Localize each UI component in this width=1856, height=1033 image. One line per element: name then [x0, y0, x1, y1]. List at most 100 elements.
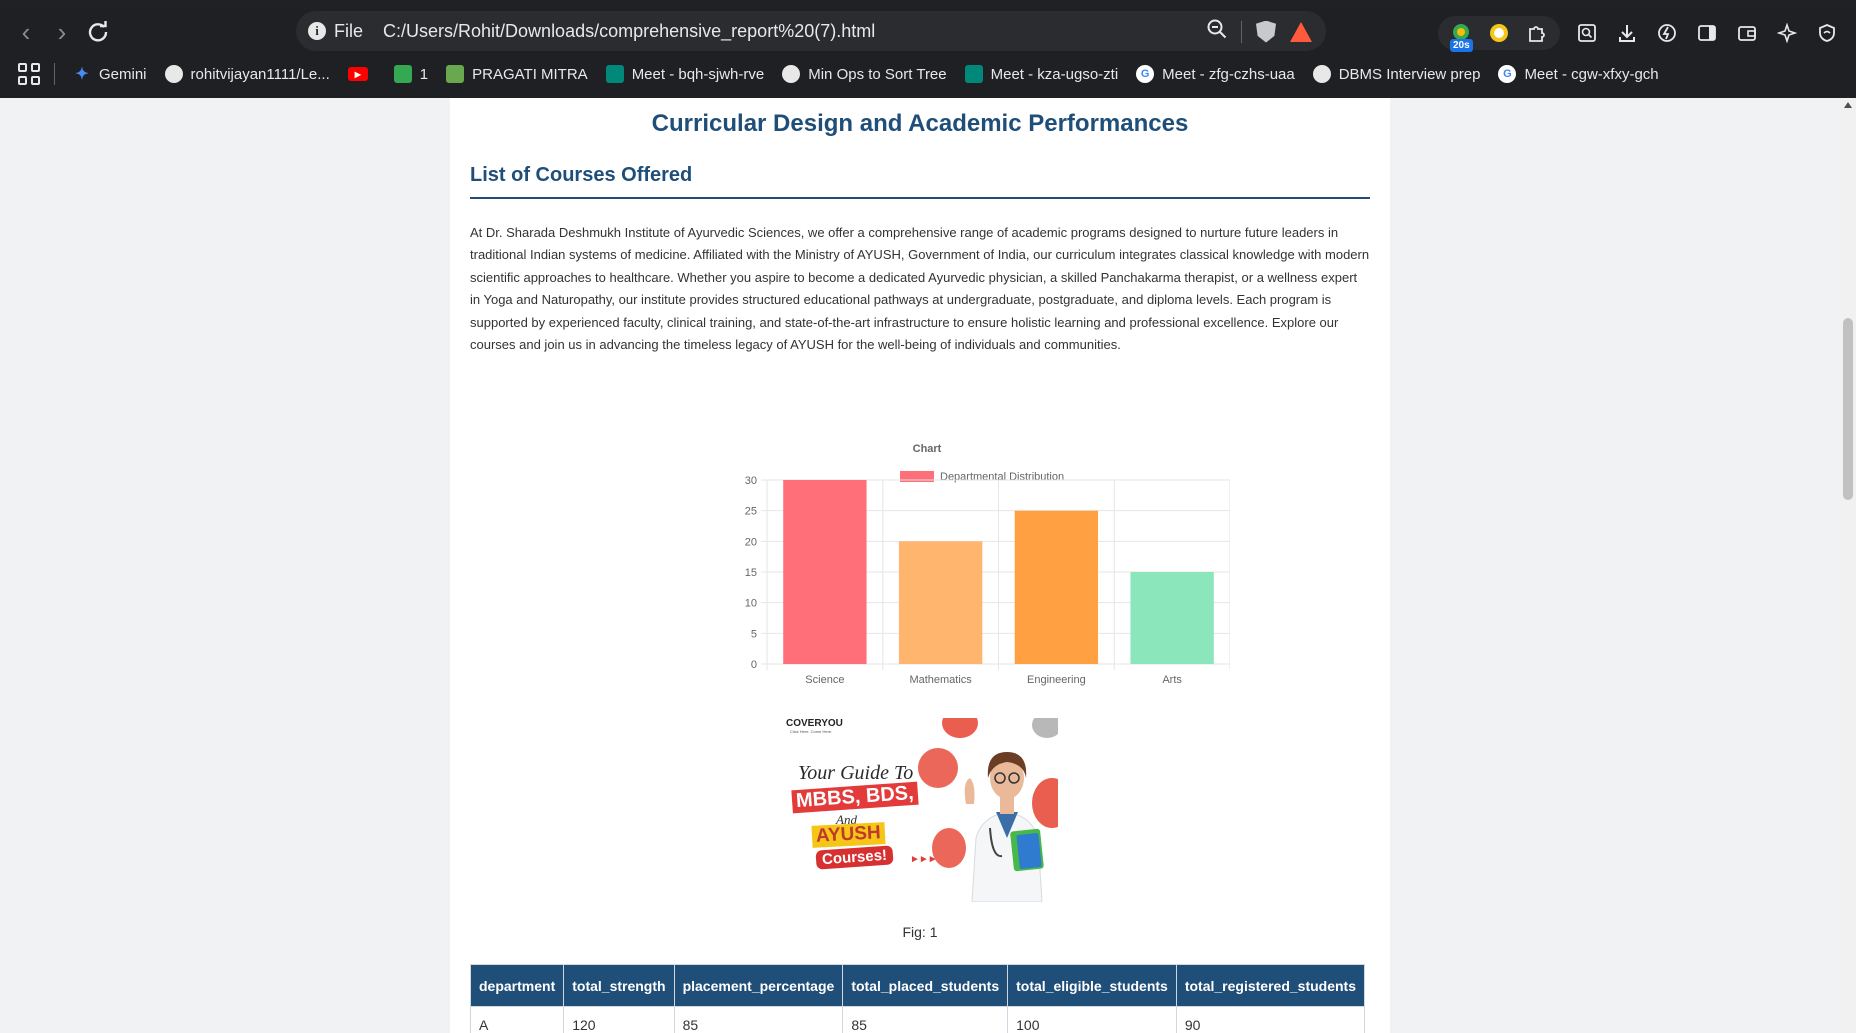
y-tick-label: 0 — [751, 659, 757, 671]
promo-courses: Courses! — [815, 845, 894, 870]
table-header-cell: total_eligible_students — [1007, 964, 1177, 1007]
bookmark-item[interactable]: DBMS Interview prep — [1312, 65, 1481, 83]
sheet-icon — [393, 65, 412, 83]
bookmark-item[interactable]: G Meet - zfg-czhs-uaa — [1136, 65, 1295, 83]
bookmark-label: 1 — [419, 65, 429, 83]
bar — [783, 480, 867, 664]
divider — [54, 63, 55, 85]
vpn-shield-icon[interactable] — [1814, 20, 1840, 46]
decor-blob — [932, 828, 966, 868]
tab-strip-edge — [0, 0, 1856, 8]
meet-icon — [605, 65, 624, 83]
openai-icon — [1312, 65, 1331, 83]
google-icon: G — [1136, 65, 1155, 83]
bar — [1014, 510, 1099, 664]
brave-shields-icon[interactable] — [1256, 20, 1276, 43]
y-tick-label: 10 — [745, 598, 757, 610]
doctor-illustration — [964, 752, 1044, 902]
openai-icon — [782, 65, 801, 83]
bookmark-label: PRAGATI MITRA — [472, 65, 588, 83]
site-info-icon[interactable]: i — [308, 22, 326, 40]
bookmark-item[interactable]: Meet - bqh-sjwh-rve — [605, 65, 764, 83]
table-header-cell: placement_percentage — [673, 964, 844, 1007]
bookmark-item[interactable]: 1 — [393, 65, 429, 83]
table-cell: 100 — [1007, 1006, 1177, 1033]
report-card: Curricular Design and Academic Performan… — [450, 98, 1390, 1033]
extensions-puzzle-icon[interactable] — [1524, 20, 1550, 46]
intro-paragraph: At Dr. Sharada Deshmukh Institute of Ayu… — [470, 225, 1370, 353]
sidebar-toggle-icon[interactable] — [1694, 20, 1720, 46]
browser-toolbar: ‹ › i File C:/Users/Rohit/Downloads/comp… — [0, 8, 1856, 56]
scrollbar-thumb[interactable] — [1843, 318, 1853, 500]
promo-ayush: AYUSH — [811, 822, 886, 848]
x-tick-label: Engineering — [1027, 674, 1086, 686]
decor-blob — [918, 748, 958, 788]
bookmark-item[interactable]: Min Ops to Sort Tree — [782, 65, 947, 83]
x-tick-label: Mathematics — [909, 674, 972, 686]
x-tick-label: Arts — [1162, 674, 1182, 686]
legend-label: Departmental Distribution — [940, 471, 1064, 483]
bookmark-item[interactable]: ▶ — [347, 67, 376, 81]
timer-extension-icon[interactable]: 20s — [1448, 20, 1474, 52]
divider — [1241, 20, 1242, 43]
decor-blob — [1032, 718, 1058, 738]
promo-arrows: ►►► — [910, 854, 938, 865]
page-search-icon[interactable] — [1574, 20, 1600, 46]
url-text[interactable]: C:/Users/Rohit/Downloads/comprehensive_r… — [383, 21, 875, 42]
bookmark-item[interactable]: Meet - kza-ugso-zti — [964, 65, 1118, 83]
zoom-icon[interactable] — [1207, 19, 1227, 44]
pragati-icon — [446, 65, 465, 83]
bookmark-label: Meet - zfg-czhs-uaa — [1162, 65, 1295, 83]
x-tick-label: Science — [805, 674, 844, 686]
reload-icon[interactable] — [82, 16, 114, 48]
forward-icon[interactable]: › — [46, 16, 78, 48]
pinned-extensions: 20s — [1438, 16, 1560, 52]
y-tick-label: 5 — [751, 628, 757, 640]
table-header-row: department total_strength placement_percen… — [469, 964, 1366, 1007]
table-cell: 85 — [673, 1006, 844, 1033]
bookmark-item[interactable]: G Meet - cgw-xfxy-gch — [1498, 65, 1659, 83]
bookmark-item[interactable]: rohitvijayan1111/Le... — [164, 65, 330, 83]
bookmark-item[interactable]: PRAGATI MITRA — [446, 65, 588, 83]
google-icon: G — [1498, 65, 1517, 83]
table-header-cell: total_placed_students — [842, 964, 1009, 1007]
url-scheme-label: File — [334, 20, 364, 41]
y-tick-label: 20 — [745, 536, 757, 548]
bookmark-label: rohitvijayan1111/Le... — [190, 65, 330, 83]
page-title: Curricular Design and Academic Performan… — [651, 110, 1189, 137]
youtube-icon: ▶ — [347, 67, 368, 81]
table-header-cell: total_registered_students — [1175, 964, 1366, 1007]
leo-ai-icon[interactable] — [1774, 20, 1800, 46]
scroll-up-arrow-icon[interactable] — [1844, 102, 1852, 108]
apps-grid-icon[interactable] — [18, 63, 40, 85]
gemini-icon: ✦ — [75, 66, 89, 83]
promo-heading: Your Guide To — [798, 762, 914, 784]
speedreader-icon[interactable] — [1654, 20, 1680, 46]
promo-brand: COVERYOU — [786, 718, 843, 729]
decor-blob — [942, 718, 978, 738]
brave-rewards-icon[interactable] — [1290, 21, 1312, 42]
chart-svg: Chart Departmental Distribution 0 5 10 15 20 25… — [745, 443, 1230, 686]
github-icon — [164, 65, 183, 83]
vertical-scrollbar[interactable] — [1840, 98, 1856, 1033]
extension-badge: 20s — [1450, 39, 1473, 52]
wallet-icon[interactable] — [1734, 20, 1760, 46]
extension-area: 20s — [1438, 13, 1856, 53]
emoji-extension-icon[interactable] — [1486, 20, 1512, 46]
bookmark-item[interactable]: ✦ Gemini — [73, 65, 147, 84]
table-cell: 85 — [842, 1006, 1009, 1033]
back-icon[interactable]: ‹ — [10, 16, 42, 48]
address-bar-actions — [1207, 19, 1312, 44]
download-icon[interactable] — [1614, 20, 1640, 46]
promo-tagline: Click Here. Come Here. — [790, 729, 833, 734]
table-cell: 90 — [1175, 1006, 1366, 1033]
meet-icon — [964, 65, 983, 83]
bar — [1130, 572, 1214, 664]
bar — [898, 541, 983, 664]
bookmark-label: Gemini — [99, 65, 147, 83]
table-body: A 120 85 85 100 90 — [469, 1006, 1366, 1033]
address-bar[interactable]: i File C:/Users/Rohit/Downloads/comprehe… — [296, 11, 1326, 51]
y-tick-label: 30 — [745, 475, 757, 487]
bookmark-label: DBMS Interview prep — [1338, 65, 1481, 83]
table-header-cell: total_strength — [563, 964, 675, 1007]
